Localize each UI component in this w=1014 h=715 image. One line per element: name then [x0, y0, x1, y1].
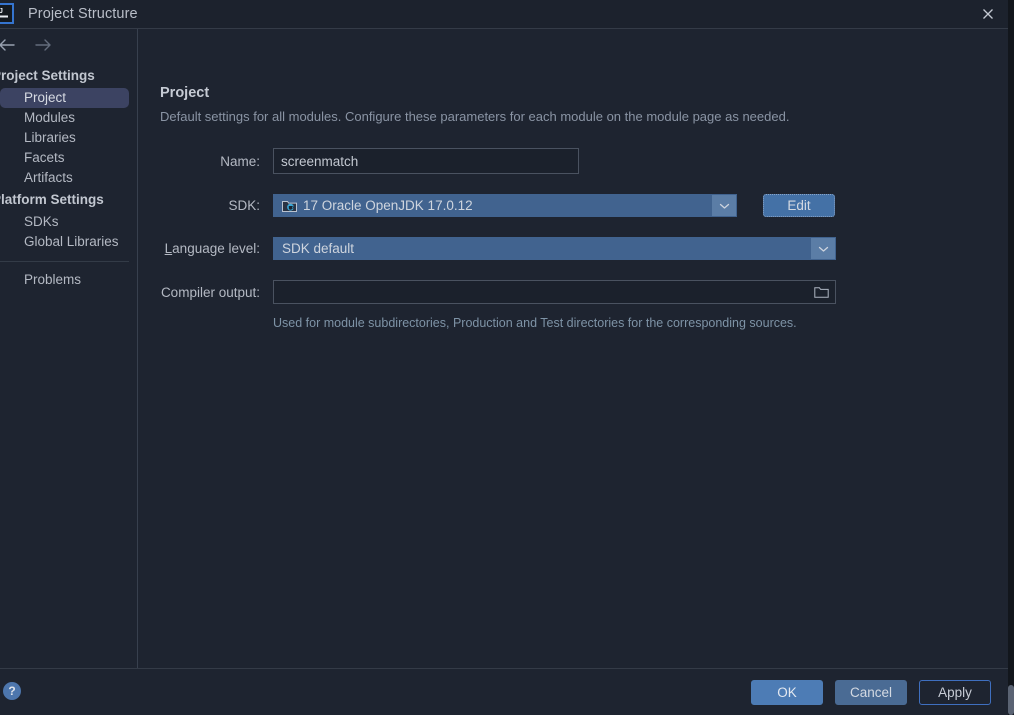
sidebar-item-facets[interactable]: Facets — [0, 148, 129, 168]
compiler-output-field[interactable] — [273, 280, 836, 304]
apply-button[interactable]: Apply — [919, 679, 991, 705]
sidebar-item-global-libraries[interactable]: Global Libraries — [0, 232, 129, 252]
language-level-label-rest: anguage level: — [172, 241, 260, 256]
cancel-button[interactable]: Cancel — [834, 679, 907, 705]
intellij-idea-icon: IJ — [0, 3, 14, 24]
jdk-folder-icon — [282, 199, 297, 213]
arrow-right-icon[interactable] — [32, 34, 54, 56]
tree-group-project-settings: Project Settings — [0, 68, 95, 83]
screen-root: IJ Project Structure — [0, 0, 1014, 715]
sdk-combobox-value: 17 Oracle OpenJDK 17.0.12 — [303, 198, 473, 213]
compiler-output-row: Compiler output: — [160, 280, 1008, 304]
settings-tree: Project Settings Project Modules Librari… — [0, 60, 137, 290]
project-structure-dialog: IJ Project Structure — [0, 0, 1008, 715]
project-settings-pane: Project Default settings for all modules… — [138, 29, 1008, 668]
sdk-edit-button[interactable]: Edit — [763, 194, 835, 217]
dialog-body: Project Settings Project Modules Librari… — [0, 29, 1008, 668]
sidebar-item-artifacts[interactable]: Artifacts — [0, 168, 129, 188]
sdk-combobox-value-wrap: 17 Oracle OpenJDK 17.0.12 — [274, 198, 712, 213]
sidebar-item-problems[interactable]: Problems — [0, 270, 129, 290]
dialog-title: Project Structure — [28, 6, 138, 22]
language-level-value-wrap: SDK default — [274, 241, 811, 256]
language-level-row: Language level: SDK default — [160, 237, 1008, 260]
chevron-down-icon[interactable] — [811, 238, 835, 259]
settings-sidebar: Project Settings Project Modules Librari… — [0, 29, 138, 668]
ok-button[interactable]: OK — [750, 679, 823, 705]
project-name-input[interactable] — [273, 148, 579, 174]
sdk-label: SDK: — [228, 198, 260, 213]
page-description: Default settings for all modules. Config… — [160, 109, 790, 124]
language-level-value: SDK default — [282, 241, 355, 256]
arrow-left-icon[interactable] — [0, 34, 18, 56]
close-icon[interactable] — [976, 2, 1000, 26]
compiler-output-label: Compiler output: — [160, 284, 260, 300]
sdk-row: SDK: 17 Oracle OpenJDK 17.0.12 Edit — [160, 194, 1008, 217]
language-level-label: Language level: — [160, 241, 273, 256]
sidebar-divider — [0, 261, 129, 262]
sidebar-nav-row — [0, 29, 137, 60]
dialog-footer: ? OK Cancel Apply — [0, 669, 1008, 715]
chevron-down-icon[interactable] — [712, 195, 736, 216]
language-level-combobox[interactable]: SDK default — [273, 237, 836, 260]
svg-text:IJ: IJ — [0, 8, 3, 15]
tree-group-platform-settings: Platform Settings — [0, 192, 104, 207]
sidebar-item-project[interactable]: Project — [0, 88, 129, 108]
sidebar-item-modules[interactable]: Modules — [0, 108, 129, 128]
page-title: Project — [160, 85, 210, 101]
folder-icon[interactable] — [812, 283, 831, 301]
name-row: Name: — [160, 148, 1008, 174]
help-icon[interactable]: ? — [3, 682, 21, 700]
compiler-output-hint: Used for module subdirectories, Producti… — [273, 316, 797, 330]
sdk-combobox[interactable]: 17 Oracle OpenJDK 17.0.12 — [273, 194, 737, 217]
name-label: Name: — [220, 153, 260, 169]
background-scrollbar-thumb[interactable] — [1008, 685, 1014, 715]
dialog-titlebar: IJ Project Structure — [0, 0, 1008, 28]
sidebar-item-libraries[interactable]: Libraries — [0, 128, 129, 148]
sidebar-item-sdks[interactable]: SDKs — [0, 212, 129, 232]
